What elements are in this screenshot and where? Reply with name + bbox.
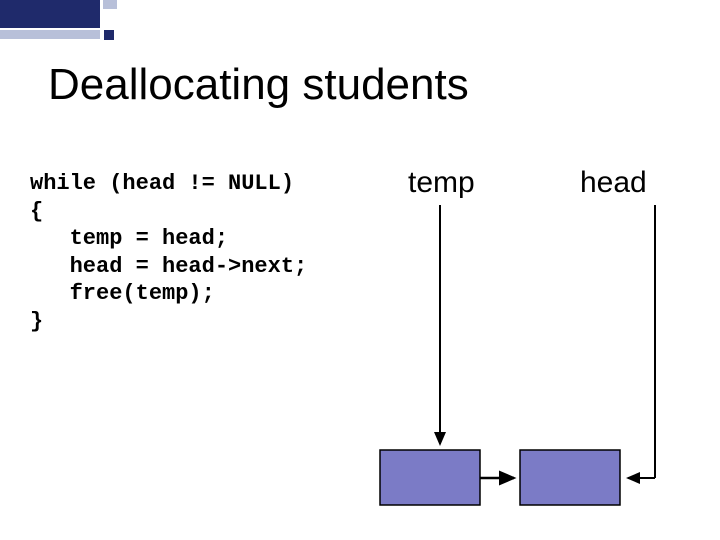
code-line-3: temp = head; bbox=[30, 226, 228, 251]
code-line-5: free(temp); bbox=[30, 281, 215, 306]
code-block: while (head != NULL) { temp = head; head… bbox=[30, 170, 307, 335]
slide-title: Deallocating students bbox=[48, 60, 469, 110]
corner-navy-block bbox=[0, 0, 100, 28]
corner-light-sq bbox=[103, 0, 117, 9]
label-temp: temp bbox=[408, 166, 475, 200]
corner-decoration bbox=[0, 0, 118, 45]
label-head: head bbox=[580, 166, 647, 200]
corner-light-h bbox=[0, 30, 100, 39]
code-line-1: while (head != NULL) bbox=[30, 171, 294, 196]
code-line-4: head = head->next; bbox=[30, 254, 307, 279]
node-1 bbox=[380, 450, 480, 505]
code-line-6: } bbox=[30, 309, 43, 334]
corner-navy-sq bbox=[104, 30, 114, 40]
node-2 bbox=[520, 450, 620, 505]
code-line-2: { bbox=[30, 199, 43, 224]
